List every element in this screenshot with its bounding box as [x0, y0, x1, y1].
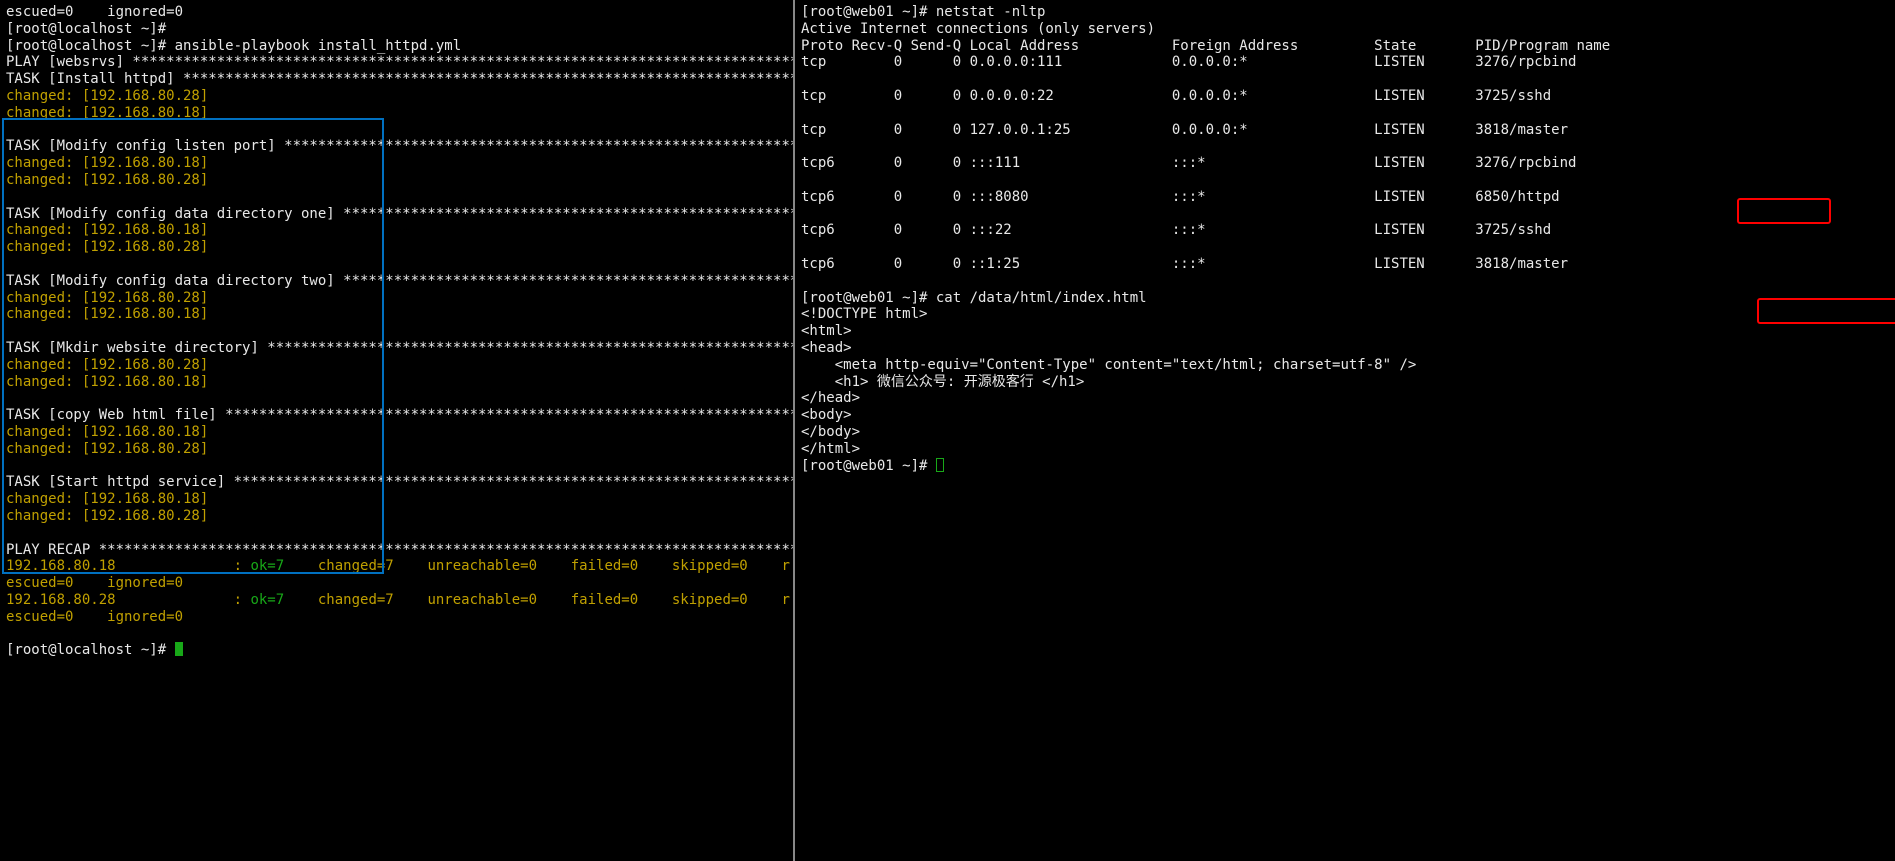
file-content-line: </head> — [801, 390, 1889, 407]
file-content-line: <meta http-equiv="Content-Type" content=… — [801, 357, 1889, 374]
command-line: [root@web01 ~]# netstat -nltp — [801, 4, 1889, 21]
command-text: netstat -nltp — [936, 4, 1046, 20]
blank-line — [801, 172, 1889, 189]
prompt-prefix: [root@web01 ~]# — [801, 290, 936, 306]
recap-stats: changed=7 unreachable=0 failed=0 skipped… — [284, 592, 790, 608]
task-changed-line: changed: [192.168.80.28] — [6, 290, 787, 307]
netstat-row: tcp6 0 0 :::111 :::* LISTEN 3276/rpcbind — [801, 155, 1889, 172]
terminal-left-pane[interactable]: escued=0 ignored=0 [root@localhost ~]# [… — [0, 0, 795, 861]
file-content-line: <head> — [801, 340, 1889, 357]
terminal-container: escued=0 ignored=0 [root@localhost ~]# [… — [0, 0, 1895, 861]
final-prompt[interactable]: [root@web01 ~]# — [801, 458, 1889, 475]
output-line: escued=0 ignored=0 — [6, 4, 787, 21]
task-changed-line: changed: [192.168.80.18] — [6, 491, 787, 508]
recap-ok: ok=7 — [250, 558, 284, 574]
task-header: TASK [Start httpd service] *************… — [6, 474, 787, 491]
command-text: cat — [936, 290, 970, 306]
blank-line — [801, 71, 1889, 88]
task-header: TASK [Modify config listen port] *******… — [6, 138, 787, 155]
prompt-prefix: [root@localhost ~]# — [6, 642, 175, 658]
recap-ok: ok=7 — [250, 592, 284, 608]
prompt-line: [root@localhost ~]# — [6, 21, 787, 38]
file-content-line: </body> — [801, 424, 1889, 441]
netstat-header: Proto Recv-Q Send-Q Local Address Foreig… — [801, 38, 1889, 55]
netstat-row: tcp6 0 0 ::1:25 :::* LISTEN 3818/master — [801, 256, 1889, 273]
cursor-icon — [936, 458, 944, 472]
blank-line — [801, 273, 1889, 290]
recap-header: PLAY RECAP *****************************… — [6, 542, 787, 559]
command-text: ansible-playbook install_httpd.yml — [175, 38, 462, 54]
task-changed-line: changed: [192.168.80.18] — [6, 374, 787, 391]
task-changed-line: changed: [192.168.80.28] — [6, 441, 787, 458]
file-content-line: </html> — [801, 441, 1889, 458]
recap-stats: changed=7 unreachable=0 failed=0 skipped… — [284, 558, 790, 574]
netstat-row: tcp6 0 0 :::22 :::* LISTEN 3725/sshd — [801, 222, 1889, 239]
task-changed-line: changed: [192.168.80.18] — [6, 424, 787, 441]
blank-line — [6, 323, 787, 340]
task-changed-line: changed: [192.168.80.28] — [6, 357, 787, 374]
netstat-area: tcp 0 0 0.0.0.0:111 0.0.0.0:* LISTEN 327… — [801, 54, 1889, 289]
blank-line — [6, 458, 787, 475]
recap-wrap: escued=0 ignored=0 — [6, 575, 787, 592]
file-content-line: <html> — [801, 323, 1889, 340]
task-changed-line: changed: [192.168.80.18] — [6, 105, 787, 122]
netstat-row: tcp 0 0 127.0.0.1:25 0.0.0.0:* LISTEN 38… — [801, 122, 1889, 139]
task-changed-line: changed: [192.168.80.18] — [6, 155, 787, 172]
blank-line — [6, 256, 787, 273]
command-line: [root@localhost ~]# ansible-playbook ins… — [6, 38, 787, 55]
command-arg: /data/html/index.html — [970, 290, 1147, 306]
netstat-row: tcp 0 0 0.0.0.0:111 0.0.0.0:* LISTEN 327… — [801, 54, 1889, 71]
file-content-line: <!DOCTYPE html> — [801, 306, 1889, 323]
task-changed-line: changed: [192.168.80.18] — [6, 306, 787, 323]
recap-host: 192.168.80.28 : — [6, 592, 250, 608]
play-header: PLAY [websrvs] *************************… — [6, 54, 787, 71]
prompt-prefix: [root@localhost ~]# — [6, 38, 175, 54]
recap-area: 192.168.80.18 : ok=7 changed=7 unreachab… — [6, 558, 787, 625]
blank-line — [801, 105, 1889, 122]
blank-line — [801, 138, 1889, 155]
command-line: [root@web01 ~]# cat /data/html/index.htm… — [801, 290, 1889, 307]
cursor-icon — [175, 642, 183, 656]
task-changed-line: changed: [192.168.80.28] — [6, 172, 787, 189]
blank-line — [801, 239, 1889, 256]
final-prompt[interactable]: [root@localhost ~]# — [6, 642, 787, 659]
file-content-line: <h1> 微信公众号: 开源极客行 </h1> — [801, 374, 1889, 391]
netstat-row: tcp6 0 0 :::8080 :::* LISTEN 6850/httpd — [801, 189, 1889, 206]
task-header: TASK [Modify config data directory one] … — [6, 206, 787, 223]
recap-host: 192.168.80.18 : — [6, 558, 250, 574]
task-changed-line: changed: [192.168.80.28] — [6, 88, 787, 105]
task-changed-line: changed: [192.168.80.28] — [6, 239, 787, 256]
blank-line — [6, 390, 787, 407]
output-line: Active Internet connections (only server… — [801, 21, 1889, 38]
prompt-prefix: [root@web01 ~]# — [801, 458, 936, 474]
netstat-row: tcp 0 0 0.0.0.0:22 0.0.0.0:* LISTEN 3725… — [801, 88, 1889, 105]
tasks-area: TASK [Install httpd] *******************… — [6, 71, 787, 541]
recap-wrap: escued=0 ignored=0 — [6, 609, 787, 626]
task-header: TASK [Mkdir website directory] *********… — [6, 340, 787, 357]
task-changed-line: changed: [192.168.80.18] — [6, 222, 787, 239]
task-header: TASK [Modify config data directory two] … — [6, 273, 787, 290]
terminal-right-pane[interactable]: [root@web01 ~]# netstat -nltp Active Int… — [795, 0, 1895, 861]
recap-row: 192.168.80.28 : ok=7 changed=7 unreachab… — [6, 592, 787, 609]
blank-line — [801, 206, 1889, 223]
recap-row: 192.168.80.18 : ok=7 changed=7 unreachab… — [6, 558, 787, 575]
task-changed-line: changed: [192.168.80.28] — [6, 508, 787, 525]
blank-line — [6, 525, 787, 542]
blank-line — [6, 189, 787, 206]
blank-line — [6, 625, 787, 642]
file-content-line: <body> — [801, 407, 1889, 424]
task-header: TASK [copy Web html file] **************… — [6, 407, 787, 424]
blank-line — [6, 122, 787, 139]
task-header: TASK [Install httpd] *******************… — [6, 71, 787, 88]
prompt-prefix: [root@web01 ~]# — [801, 4, 936, 20]
html-output-area: <!DOCTYPE html><html><head> <meta http-e… — [801, 306, 1889, 457]
